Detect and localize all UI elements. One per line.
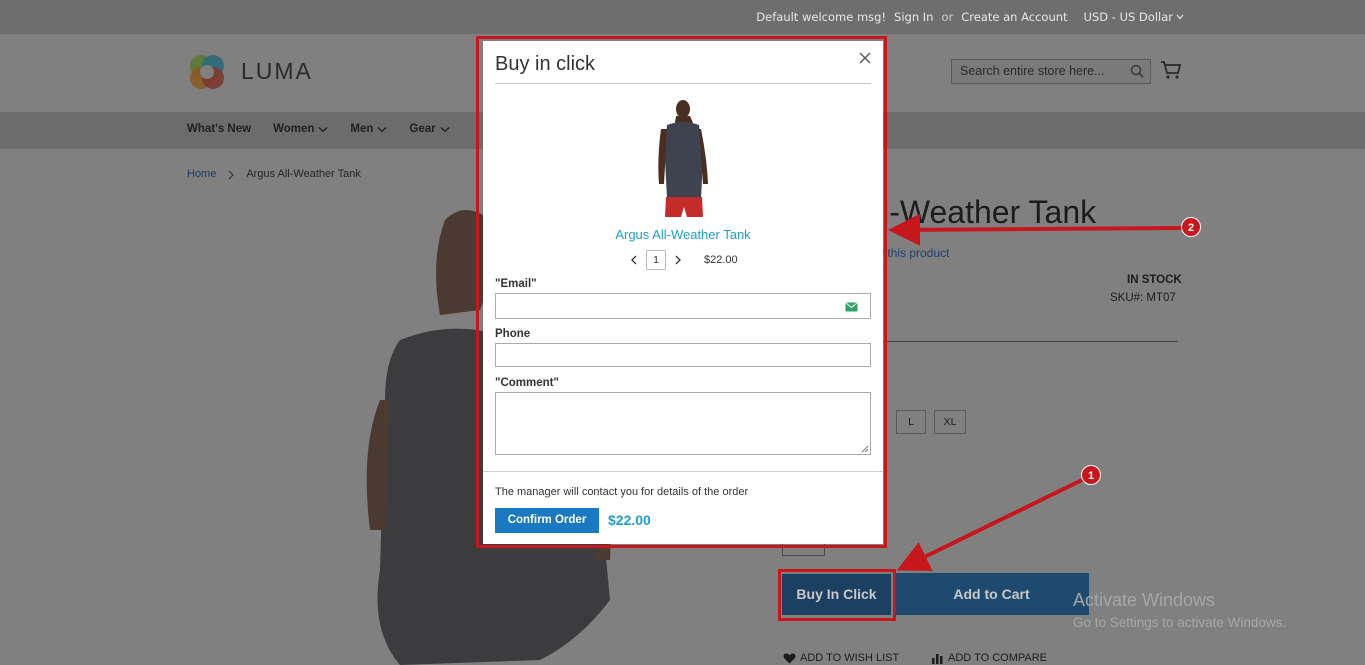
chevron-left-icon[interactable] <box>628 254 640 266</box>
chevron-down-icon <box>318 126 328 132</box>
modal-title: Buy in click <box>495 53 596 75</box>
qty-stepper: 1 $22.00 <box>628 250 738 270</box>
unit-price: $22.00 <box>704 254 738 266</box>
footer-note: The manager will contact you for details… <box>495 486 749 498</box>
sku: SKU#: MT07 <box>1110 292 1176 304</box>
currency-label: USD - US Dollar <box>1083 10 1173 24</box>
chevron-right-icon[interactable] <box>672 254 684 266</box>
breadcrumb: Home Argus All-Weather Tank <box>187 168 361 180</box>
windows-activation-watermark: Activate Windows Go to Settings to activ… <box>1073 590 1286 630</box>
qty-field[interactable]: 1 <box>646 250 666 270</box>
comment-label: "Comment" <box>495 377 559 389</box>
top-bar: Default welcome msg! Sign In or Create a… <box>0 0 1365 34</box>
email-field[interactable] <box>495 293 871 319</box>
add-to-cart-button[interactable]: Add to Cart <box>894 573 1089 615</box>
product-title: ll-Weather Tank <box>875 194 1097 230</box>
nav-item-label: Men <box>350 123 374 135</box>
chevron-down-icon <box>1176 14 1184 20</box>
buy-in-click-modal: Buy in click Argus All-Weather Tank 1 $2… <box>483 41 883 544</box>
compare-label: ADD TO COMPARE <box>948 652 1048 664</box>
nav-item-label: Women <box>273 123 315 135</box>
nav-item-gear[interactable]: Gear <box>409 123 450 135</box>
nav-item-women[interactable]: Women <box>273 123 328 135</box>
welcome-message: Default welcome msg! <box>756 10 887 24</box>
modal-title-divider <box>495 83 871 84</box>
chevron-down-icon <box>377 126 387 132</box>
total-price: $22.00 <box>608 512 651 528</box>
phone-field[interactable] <box>495 343 871 367</box>
sign-in-link[interactable]: Sign In <box>894 10 933 24</box>
phone-label: Phone <box>495 328 531 340</box>
logo-text[interactable]: LUMA <box>241 58 313 85</box>
bar-chart-icon <box>932 653 943 664</box>
add-to-wishlist-link[interactable]: ADD TO WISH LIST <box>783 652 899 664</box>
watermark-line-2: Go to Settings to activate Windows. <box>1073 615 1287 630</box>
top-links: Default welcome msg! Sign In or Create a… <box>748 10 1184 24</box>
luma-logo-icon[interactable] <box>187 52 227 92</box>
annotation-highlight-box <box>778 569 896 621</box>
nav-item-label: What's New <box>187 123 252 135</box>
or-text: or <box>941 10 954 24</box>
add-to-compare-link[interactable]: ADD TO COMPARE <box>931 652 1047 664</box>
nav-item-men[interactable]: Men <box>350 123 387 135</box>
resize-grip-icon[interactable] <box>861 445 869 453</box>
confirm-order-button[interactable]: Confirm Order <box>495 508 599 533</box>
contact-card-icon <box>845 302 858 312</box>
wishlist-label: ADD TO WISH LIST <box>800 652 900 664</box>
email-label: "Email" <box>495 278 537 290</box>
cart-icon[interactable] <box>1160 60 1182 80</box>
chevron-right-icon <box>228 170 235 180</box>
modal-footer-divider <box>483 471 883 472</box>
nav-item-label: Gear <box>409 123 436 135</box>
modal-product-image <box>658 100 708 217</box>
nav-items: What's New Women Men Gear <box>187 123 472 135</box>
comment-field[interactable] <box>495 392 871 455</box>
breadcrumb-home[interactable]: Home <box>187 168 216 180</box>
search-icon[interactable] <box>1130 64 1144 78</box>
create-account-link[interactable]: Create an Account <box>961 10 1067 24</box>
divider <box>883 341 1178 342</box>
stock-status: IN STOCK <box>1127 274 1182 286</box>
search-input[interactable]: Search entire store here... <box>951 59 1151 84</box>
watermark-line-1: Activate Windows <box>1073 590 1216 610</box>
annotation-badge-2: 2 <box>1181 217 1201 237</box>
close-icon[interactable] <box>858 51 872 65</box>
heart-icon <box>783 652 796 663</box>
currency-switcher[interactable]: USD - US Dollar <box>1076 10 1184 24</box>
nav-item-whats-new[interactable]: What's New <box>187 123 251 135</box>
modal-product-name[interactable]: Argus All-Weather Tank <box>483 227 883 242</box>
breadcrumb-current: Argus All-Weather Tank <box>246 168 361 180</box>
annotation-badge-1: 1 <box>1081 465 1101 485</box>
chevron-down-icon <box>440 126 450 132</box>
review-link[interactable]: y this product <box>878 246 949 260</box>
size-option-xl[interactable]: XL <box>934 410 966 434</box>
size-option-l[interactable]: L <box>896 410 926 434</box>
